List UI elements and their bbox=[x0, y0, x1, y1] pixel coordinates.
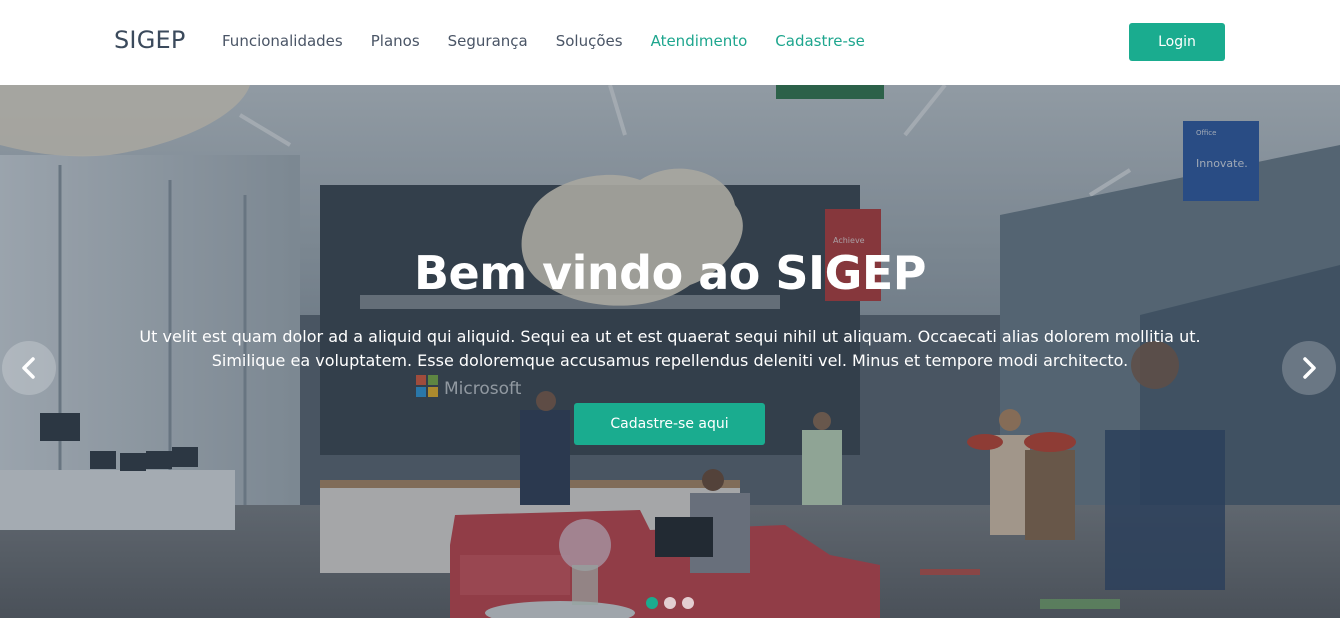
nav-link-atendimento[interactable]: Atendimento bbox=[651, 31, 748, 51]
main-nav: Funcionalidades Planos Segurança Soluçõe… bbox=[222, 31, 865, 51]
hero-title: Bem vindo ao SIGEP bbox=[413, 246, 927, 300]
carousel-indicators bbox=[646, 597, 694, 609]
chevron-left-icon bbox=[22, 357, 35, 379]
nav-link-seguranca[interactable]: Segurança bbox=[448, 31, 528, 51]
carousel-dot-3[interactable] bbox=[682, 597, 694, 609]
carousel-dot-2[interactable] bbox=[664, 597, 676, 609]
nav-link-planos[interactable]: Planos bbox=[371, 31, 420, 51]
login-button[interactable]: Login bbox=[1129, 23, 1225, 61]
hero-description: Ut velit est quam dolor ad a aliquid qui… bbox=[139, 327, 1201, 370]
chevron-right-icon bbox=[1303, 357, 1316, 379]
signup-cta-button[interactable]: Cadastre-se aqui bbox=[574, 403, 765, 445]
carousel-dot-1[interactable] bbox=[646, 597, 658, 609]
hero-carousel: Microsoft Innovate. Office Achieve Bem v… bbox=[0, 85, 1340, 618]
nav-link-cadastre-se[interactable]: Cadastre-se bbox=[775, 31, 865, 51]
carousel-next-button[interactable] bbox=[1282, 341, 1336, 395]
nav-link-funcionalidades[interactable]: Funcionalidades bbox=[222, 31, 343, 51]
carousel-prev-button[interactable] bbox=[2, 341, 56, 395]
top-navbar: SIGEP Funcionalidades Planos Segurança S… bbox=[0, 0, 1340, 85]
nav-link-solucoes[interactable]: Soluções bbox=[556, 31, 623, 51]
brand-logo[interactable]: SIGEP bbox=[114, 26, 186, 54]
